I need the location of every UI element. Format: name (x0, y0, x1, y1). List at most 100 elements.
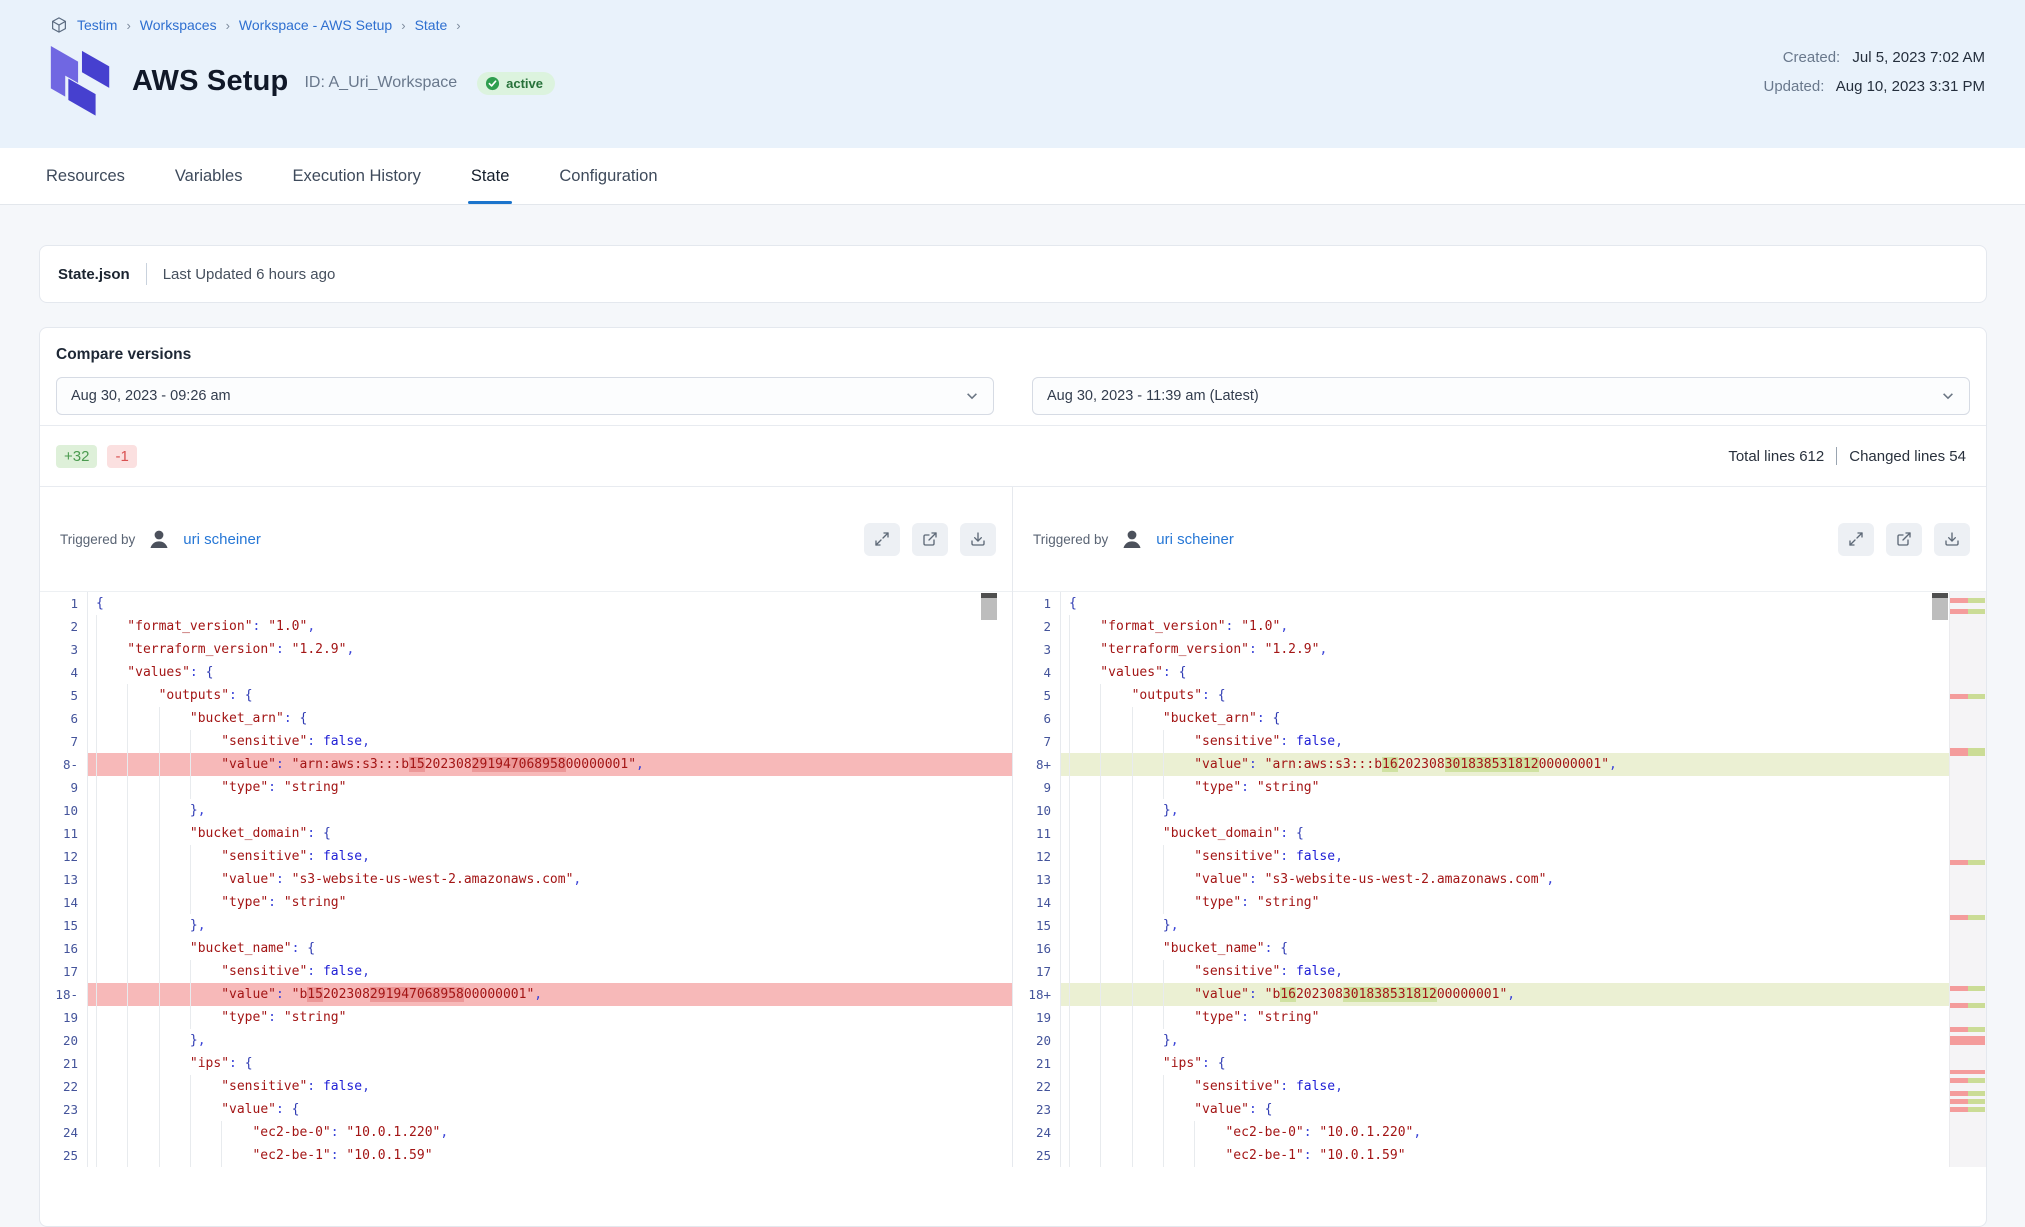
indent-guide (96, 1098, 127, 1121)
created-label: Created: (1783, 49, 1841, 66)
indent-guide (1132, 983, 1163, 1006)
indent-guide (1069, 1144, 1100, 1167)
indent-guide (127, 937, 158, 960)
fullscreen-button[interactable] (864, 523, 900, 556)
indent-guide (221, 1144, 252, 1167)
scrollbar-thumb[interactable] (1932, 593, 1948, 620)
open-in-new-button[interactable] (1886, 523, 1922, 556)
fullscreen-button[interactable] (1838, 523, 1874, 556)
indent-guide (1132, 937, 1163, 960)
state-last-updated: Last Updated 6 hours ago (163, 266, 336, 283)
diff-mark (1950, 694, 1985, 699)
indent-guide (1100, 983, 1131, 1006)
indent-guide (1069, 1098, 1100, 1121)
code-line: 7"sensitive": false, (40, 730, 1012, 753)
indent-guide (1069, 845, 1100, 868)
line-number: 2 (40, 615, 88, 638)
tab-variables[interactable]: Variables (175, 148, 243, 204)
line-content: "value": "b1520230829194706895800000001"… (88, 983, 1012, 1006)
code-line: 14"type": "string" (1013, 891, 1949, 914)
indent-guide (159, 983, 190, 1006)
check-circle-icon (485, 76, 500, 91)
line-number: 12 (1013, 845, 1061, 868)
indent-guide (96, 1075, 127, 1098)
added-lines-chip: +32 (56, 445, 97, 468)
indent-guide (1069, 1052, 1100, 1075)
indent-guide (190, 730, 221, 753)
diff-mark (1950, 1003, 1985, 1008)
tab-state[interactable]: State (471, 148, 510, 204)
indent-guide (1100, 937, 1131, 960)
line-number: 15 (1013, 914, 1061, 937)
scrollbar-thumb[interactable] (981, 593, 997, 620)
line-content: "type": "string" (88, 776, 1012, 799)
indent-guide (190, 868, 221, 891)
code-line: 17"sensitive": false, (1013, 960, 1949, 983)
indent-guide (96, 615, 127, 638)
version-select-right[interactable]: Aug 30, 2023 - 11:39 am (Latest) (1032, 377, 1970, 415)
indent-guide (127, 983, 158, 1006)
diff-mark (1950, 1027, 1985, 1032)
indent-guide (1100, 1006, 1131, 1029)
code-line: 21"ips": { (40, 1052, 1012, 1075)
triggered-by-user-link[interactable]: uri scheiner (183, 531, 261, 548)
tab-resources[interactable]: Resources (46, 148, 125, 204)
line-number: 1 (1013, 592, 1061, 615)
breadcrumb-link[interactable]: Workspace - AWS Setup (239, 17, 392, 33)
breadcrumb: Testim›Workspaces›Workspace - AWS Setup›… (50, 16, 1985, 34)
line-content: "value": "b1620230830183853181200000001"… (1061, 983, 1949, 1006)
line-number: 25 (40, 1144, 88, 1167)
line-content: "sensitive": false, (1061, 1075, 1949, 1098)
indent-guide (190, 1144, 221, 1167)
code-line: 11"bucket_domain": { (40, 822, 1012, 845)
line-content: "bucket_name": { (88, 937, 1012, 960)
indent-guide (190, 960, 221, 983)
version-select-left[interactable]: Aug 30, 2023 - 09:26 am (56, 377, 994, 415)
indent-guide (1163, 845, 1194, 868)
indent-guide (127, 1029, 158, 1052)
code-line: 13"value": "s3-website-us-west-2.amazona… (1013, 868, 1949, 891)
line-content: "bucket_name": { (1061, 937, 1949, 960)
indent-guide (1069, 638, 1100, 661)
breadcrumb-link[interactable]: Workspaces (140, 17, 217, 33)
indent-guide (159, 1144, 190, 1167)
indent-guide (1069, 1006, 1100, 1029)
indent-guide (190, 845, 221, 868)
indent-guide (127, 891, 158, 914)
line-content: "sensitive": false, (88, 960, 1012, 983)
download-button[interactable] (1934, 523, 1970, 556)
indent-guide (159, 1052, 190, 1075)
code-viewer-left: 1{2"format_version": "1.0",3"terraform_v… (40, 591, 1012, 1167)
line-content: "bucket_domain": { (88, 822, 1012, 845)
line-content: "sensitive": false, (1061, 730, 1949, 753)
indent-guide (96, 661, 127, 684)
line-content: "ips": { (88, 1052, 1012, 1075)
breadcrumb-link[interactable]: Testim (77, 17, 117, 33)
code-line: 2"format_version": "1.0", (1013, 615, 1949, 638)
line-number: 9 (40, 776, 88, 799)
indent-guide (1132, 753, 1163, 776)
line-content: }, (1061, 799, 1949, 822)
indent-guide (1163, 960, 1194, 983)
code-line: 20}, (40, 1029, 1012, 1052)
indent-guide (1100, 799, 1131, 822)
diff-mark (1950, 1036, 1985, 1045)
indent-guide (127, 822, 158, 845)
breadcrumb-link[interactable]: State (415, 17, 448, 33)
tab-execution-history[interactable]: Execution History (292, 148, 420, 204)
code-line: 14"type": "string" (40, 891, 1012, 914)
open-in-new-button[interactable] (912, 523, 948, 556)
compare-title: Compare versions (56, 346, 1970, 364)
status-badge-label: active (506, 76, 543, 91)
code-viewer-right: 1{2"format_version": "1.0",3"terraform_v… (1013, 591, 1986, 1167)
line-number: 17 (40, 960, 88, 983)
code-line: 23"value": { (40, 1098, 1012, 1121)
indent-guide (96, 753, 127, 776)
code-line: 3"terraform_version": "1.2.9", (40, 638, 1012, 661)
indent-guide (127, 776, 158, 799)
download-button[interactable] (960, 523, 996, 556)
tab-configuration[interactable]: Configuration (559, 148, 657, 204)
diff-mark (1950, 1099, 1985, 1104)
indent-guide (96, 638, 127, 661)
triggered-by-user-link[interactable]: uri scheiner (1156, 531, 1234, 548)
